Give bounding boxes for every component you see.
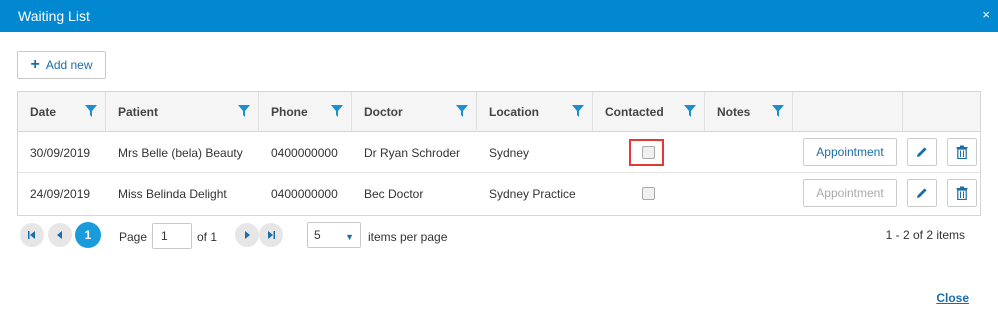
waiting-list-dialog: Waiting List × + Add new Date Patient Ph… [0, 0, 998, 324]
add-new-button[interactable]: + Add new [17, 51, 106, 79]
add-new-label: Add new [45, 58, 93, 72]
table-row: 24/09/2019 Miss Belinda Delight 04000000… [18, 173, 980, 214]
items-per-page-select[interactable]: 5 ▼ [307, 222, 361, 248]
next-page-button[interactable] [235, 223, 259, 247]
grid-header: Date Patient Phone Doctor Location Conta… [18, 92, 980, 132]
cell-date: 24/09/2019 [30, 186, 91, 201]
prev-page-icon [57, 231, 62, 239]
filter-icon[interactable] [331, 105, 343, 117]
plus-icon: + [30, 56, 40, 73]
items-per-page-label: items per page [368, 230, 448, 244]
edit-button[interactable] [907, 179, 937, 207]
column-label: Patient [118, 105, 159, 119]
contacted-checkbox[interactable] [642, 187, 655, 200]
column-label: Location [489, 105, 539, 119]
appointment-button[interactable]: Appointment [803, 138, 897, 166]
trash-icon [956, 145, 968, 159]
items-per-page-value: 5 [314, 228, 321, 242]
filter-icon[interactable] [85, 105, 97, 117]
page-count-label: of 1 [197, 230, 218, 244]
column-header-actions [903, 92, 980, 132]
trash-icon [956, 186, 968, 200]
column-header-date[interactable]: Date [18, 92, 106, 132]
column-header-appointment [793, 92, 903, 132]
column-header-notes[interactable]: Notes [705, 92, 793, 132]
current-page-indicator[interactable]: 1 [75, 222, 101, 248]
waiting-list-grid: Date Patient Phone Doctor Location Conta… [17, 91, 981, 216]
filter-icon[interactable] [684, 105, 696, 117]
cell-location: Sydney [489, 145, 530, 160]
prev-page-button[interactable] [48, 223, 72, 247]
cell-doctor: Dr Ryan Schroder [364, 145, 461, 160]
column-header-doctor[interactable]: Doctor [352, 92, 477, 132]
last-page-icon [268, 231, 275, 239]
filter-icon[interactable] [572, 105, 584, 117]
cell-doctor: Bec Doctor [364, 186, 424, 201]
column-header-contacted[interactable]: Contacted [593, 92, 705, 132]
filter-icon[interactable] [238, 105, 250, 117]
first-page-icon [28, 231, 35, 239]
contacted-checkbox[interactable] [642, 146, 655, 159]
cell-patient: Miss Belinda Delight [118, 186, 227, 201]
pencil-icon [917, 188, 927, 198]
pager-summary: 1 - 2 of 2 items [885, 228, 965, 242]
column-label: Contacted [605, 105, 664, 119]
delete-button[interactable] [947, 179, 977, 207]
edit-button[interactable] [907, 138, 937, 166]
close-icon[interactable]: × [982, 7, 990, 22]
appointment-button[interactable]: Appointment [803, 179, 897, 207]
cell-phone: 0400000000 [271, 186, 338, 201]
dialog-title: Waiting List [18, 8, 90, 24]
page-number-input[interactable] [152, 223, 192, 249]
column-label: Notes [717, 105, 751, 119]
close-link[interactable]: Close [936, 291, 969, 305]
column-header-patient[interactable]: Patient [106, 92, 259, 132]
cell-date: 30/09/2019 [30, 145, 91, 160]
next-page-icon [245, 231, 250, 239]
cell-patient: Mrs Belle (bela) Beauty [118, 145, 243, 160]
chevron-down-icon: ▼ [345, 232, 354, 242]
column-label: Doctor [364, 105, 403, 119]
filter-icon[interactable] [772, 105, 784, 117]
dialog-titlebar: Waiting List × [0, 0, 998, 32]
first-page-button[interactable] [20, 223, 44, 247]
page-label: Page [119, 230, 148, 244]
table-row: 30/09/2019 Mrs Belle (bela) Beauty 04000… [18, 132, 980, 173]
column-header-phone[interactable]: Phone [259, 92, 352, 132]
cell-phone: 0400000000 [271, 145, 338, 160]
filter-icon[interactable] [456, 105, 468, 117]
pencil-icon [917, 147, 927, 157]
delete-button[interactable] [947, 138, 977, 166]
cell-location: Sydney Practice [489, 186, 576, 201]
column-header-location[interactable]: Location [477, 92, 593, 132]
last-page-button[interactable] [259, 223, 283, 247]
column-label: Phone [271, 105, 308, 119]
column-label: Date [30, 105, 57, 119]
